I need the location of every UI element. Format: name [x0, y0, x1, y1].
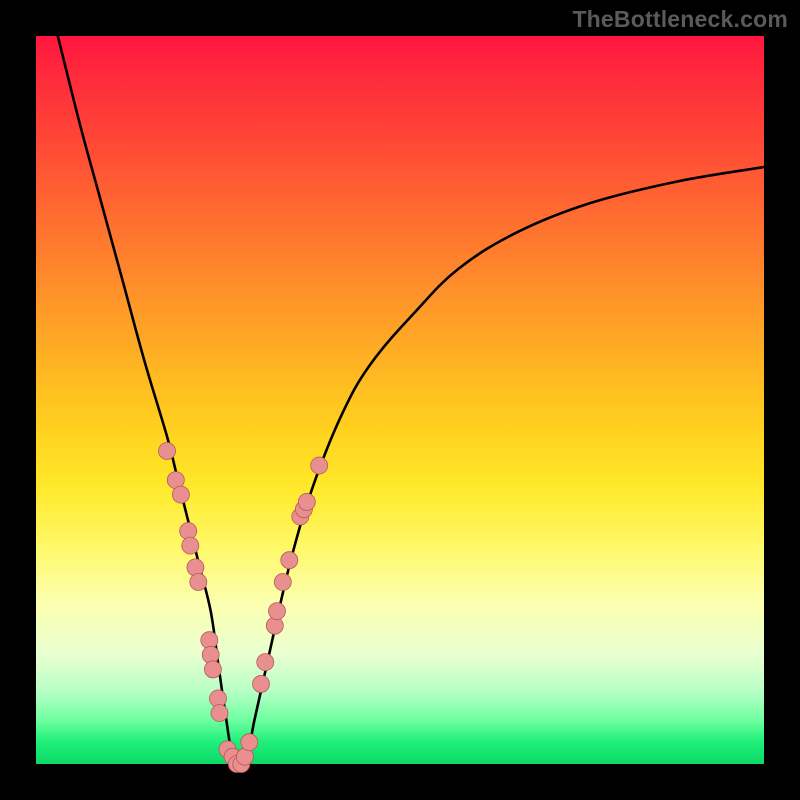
chart-plot-area	[36, 36, 764, 764]
highlight-dot	[257, 654, 274, 671]
attribution-watermark: TheBottleneck.com	[572, 6, 788, 33]
highlight-dot	[159, 443, 176, 460]
highlight-dot	[202, 646, 219, 663]
highlight-dot	[274, 574, 291, 591]
highlight-dot	[298, 493, 315, 510]
highlight-dot	[311, 457, 328, 474]
highlight-dot	[180, 523, 197, 540]
highlight-dot	[281, 552, 298, 569]
highlight-dot	[204, 661, 221, 678]
chart-svg	[36, 36, 764, 764]
highlight-dot	[172, 486, 189, 503]
highlight-dot	[266, 617, 283, 634]
highlight-dots-group	[159, 443, 328, 773]
highlight-dot	[187, 559, 204, 576]
highlight-dot	[253, 675, 270, 692]
highlight-dot	[182, 537, 199, 554]
bottleneck-curve-path	[58, 36, 764, 764]
chart-frame: TheBottleneck.com	[0, 0, 800, 800]
highlight-dot	[269, 603, 286, 620]
highlight-dot	[190, 574, 207, 591]
highlight-dot	[211, 705, 228, 722]
highlight-dot	[241, 734, 258, 751]
